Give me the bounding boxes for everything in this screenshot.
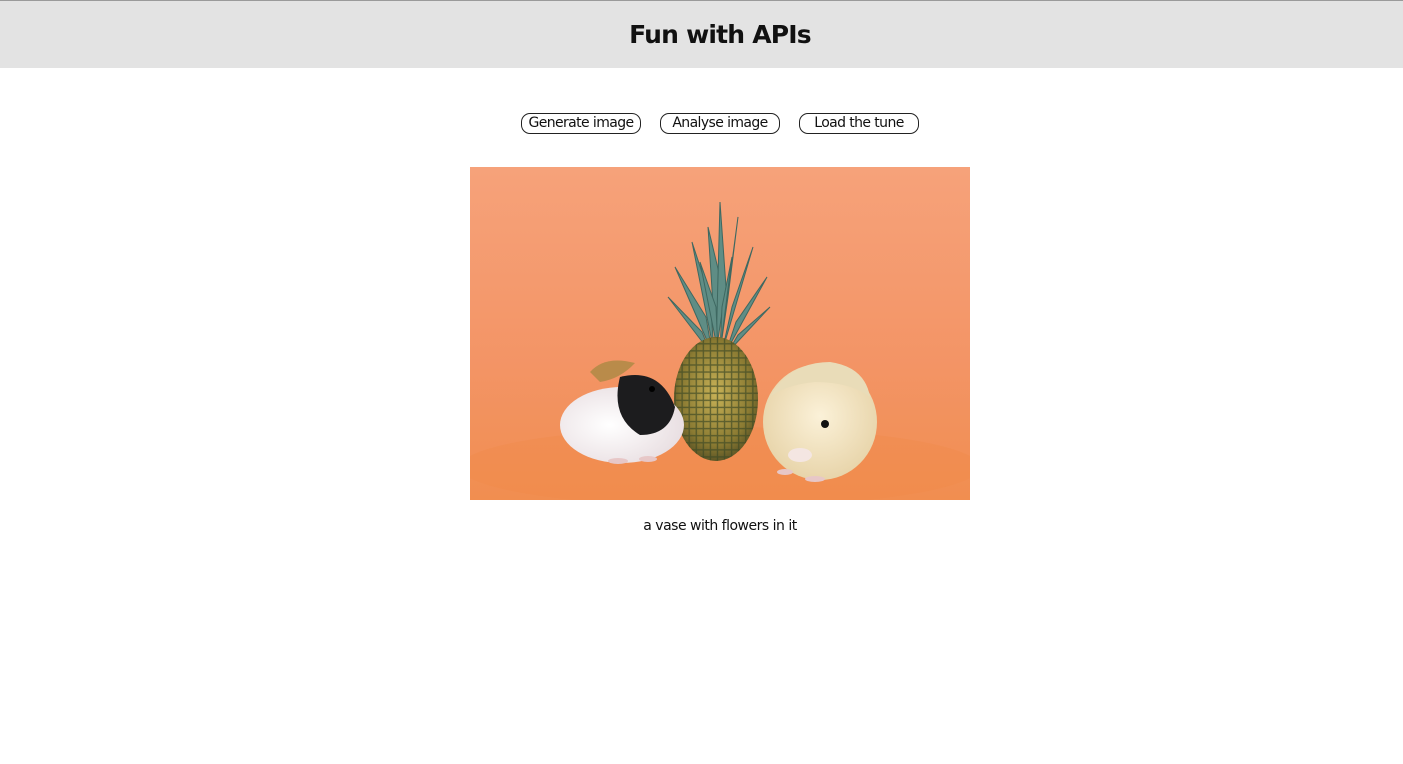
load-tune-button[interactable]: Load the tune: [799, 113, 919, 134]
photo-illustration: [470, 167, 970, 500]
image-caption: a vase with flowers in it: [643, 518, 797, 534]
generate-image-button[interactable]: Generate image: [521, 113, 641, 134]
page-header: Fun with APIs: [0, 1, 1403, 68]
page-title: Fun with APIs: [629, 20, 812, 49]
analyse-image-button[interactable]: Analyse image: [660, 113, 780, 134]
pineapple-body: [674, 337, 758, 461]
photo-display: [470, 167, 970, 500]
